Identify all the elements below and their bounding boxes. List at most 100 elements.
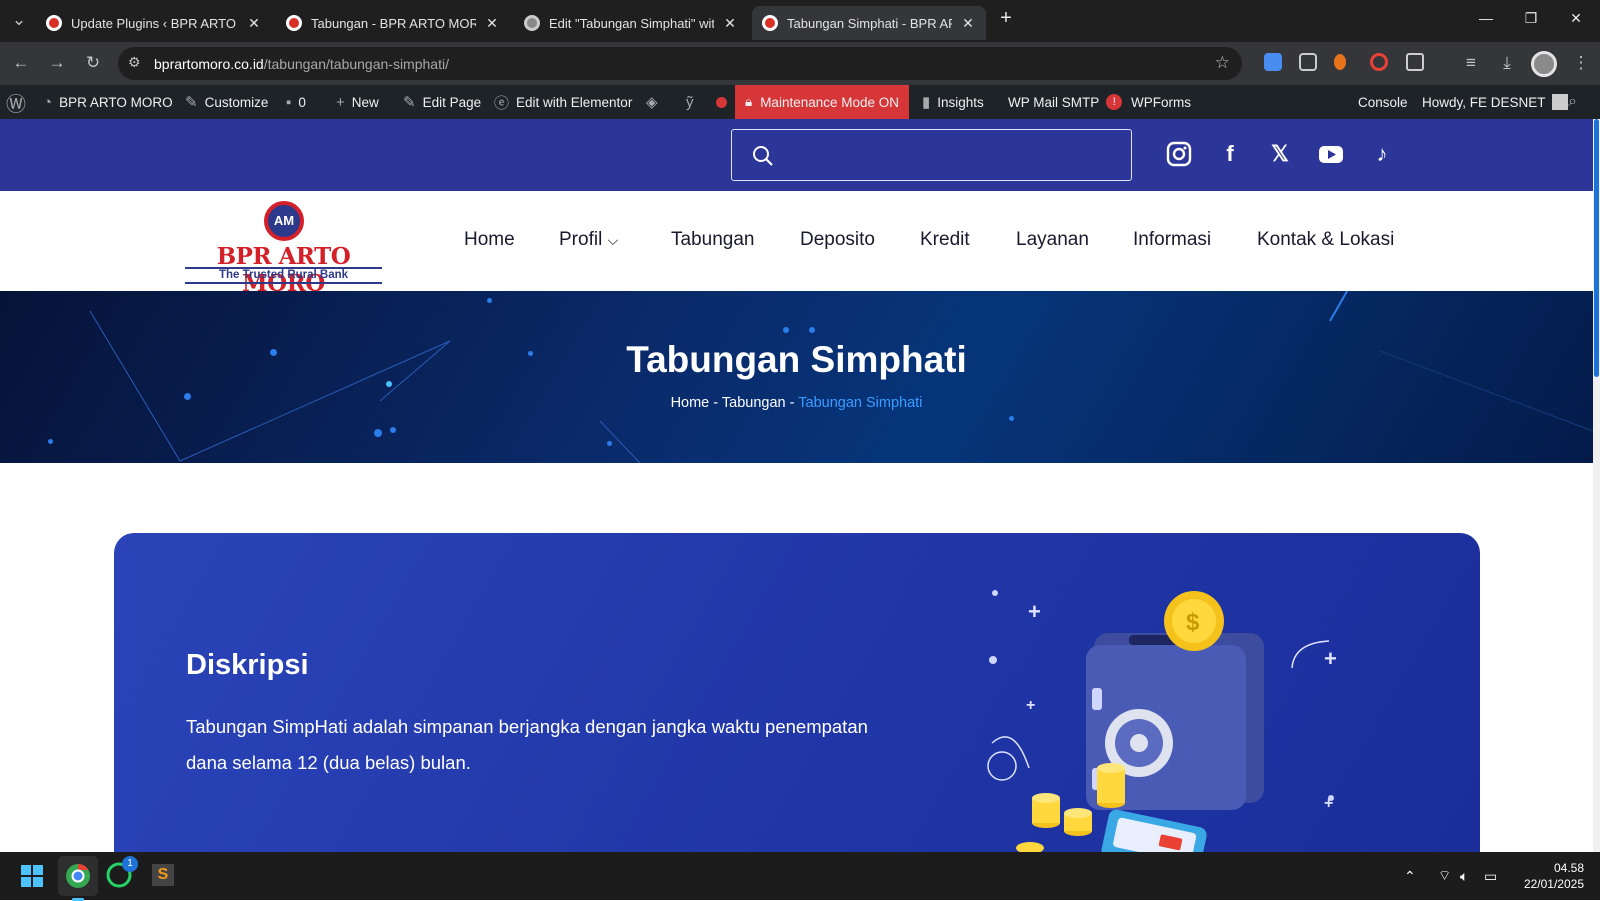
site-favicon-icon: [762, 15, 778, 31]
browser-tab-3[interactable]: Edit "Tabungan Simphati" with E ✕: [514, 6, 748, 40]
breadcrumb-home[interactable]: Home: [671, 395, 710, 411]
nav-kontak-lokasi[interactable]: Kontak & Lokasi: [1257, 229, 1394, 251]
wpforms-link[interactable]: WPForms: [1131, 85, 1191, 119]
nav-kredit[interactable]: Kredit: [920, 229, 970, 251]
top-strip: f 𝕏 ♪: [0, 119, 1593, 191]
edit-elementor-link[interactable]: ⓔ Edit with Elementor: [494, 85, 632, 119]
console-link[interactable]: Console: [1358, 85, 1408, 119]
description-card: Diskripsi Tabungan SimpHati adalah simpa…: [114, 533, 1480, 863]
site-search-input[interactable]: [731, 129, 1132, 181]
browser-tab-4[interactable]: Tabungan Simphati - BPR ARTO ✕: [752, 6, 986, 40]
tab-title: Update Plugins ‹ BPR ARTO MO: [71, 15, 238, 31]
site-favicon-icon: [46, 15, 62, 31]
page-hero: Tabungan Simphati Home - Tabungan - Tabu…: [0, 291, 1593, 463]
extension-color-icon[interactable]: [1370, 53, 1388, 71]
section-heading: Diskripsi: [186, 649, 309, 681]
youtube-icon[interactable]: [1318, 141, 1344, 167]
download-icon[interactable]: ⤓: [1496, 53, 1518, 73]
nav-profil-label: Profil: [559, 229, 603, 250]
extension-window-icon[interactable]: [1299, 53, 1317, 71]
elementor-icon: ⓔ: [494, 94, 510, 112]
site-name-label: BPR ARTO MORO: [59, 94, 173, 110]
browser-tab-bar: ⌄ Update Plugins ‹ BPR ARTO MO ✕ Tabunga…: [0, 0, 1600, 42]
account-menu[interactable]: Howdy, FE DESNET: [1422, 85, 1568, 119]
extension-fire-icon[interactable]: [1334, 54, 1346, 70]
edit-page-link[interactable]: ✎ Edit Page: [403, 85, 481, 119]
comments-link[interactable]: ▪ 0: [286, 85, 306, 119]
breadcrumb: Home - Tabungan - Tabungan Simphati: [0, 395, 1593, 411]
url-bar[interactable]: ⚙ bprartomoro.co.id/tabungan/tabungan-si…: [118, 47, 1242, 80]
nav-home[interactable]: Home: [464, 229, 515, 251]
wp-admin-bar: Ⓦ ◔ BPR ARTO MORO ✎ Customize ▪ 0 + New ✎ Edi…: [0, 85, 1600, 119]
maintenance-mode-badge[interactable]: 🔒︎ Maintenance Mode ON: [735, 85, 910, 119]
comment-icon: ▪: [286, 93, 292, 111]
profile-avatar[interactable]: [1531, 51, 1557, 77]
brush-icon: ✎: [185, 94, 198, 111]
pencil-icon: ✎: [403, 94, 416, 111]
media-controls-icon[interactable]: ≡: [1460, 53, 1482, 73]
nav-layanan[interactable]: Layanan: [1016, 229, 1089, 251]
extension-docs-icon[interactable]: [1264, 53, 1282, 71]
whatsapp-taskbar-button[interactable]: 1: [106, 856, 138, 893]
wp-mail-smtp-link[interactable]: WP Mail SMTP!: [1008, 85, 1123, 119]
chevron-down-icon: ⌵: [607, 232, 619, 248]
windows-start-icon[interactable]: [21, 865, 43, 887]
yoast-icon[interactable]: ỹ: [686, 85, 701, 119]
address-toolbar: ← → ↻ ⚙ bprartomoro.co.id/tabungan/tabun…: [0, 42, 1600, 85]
x-twitter-icon[interactable]: 𝕏: [1267, 141, 1293, 167]
scrollbar-thumb[interactable]: [1594, 119, 1599, 377]
nav-profil[interactable]: Profil ⌵: [559, 229, 618, 251]
close-tab-icon[interactable]: ✕: [484, 15, 500, 32]
seo-status-dot: [716, 85, 727, 119]
smtp-alert-badge: !: [1106, 94, 1123, 110]
tab-title: Tabungan Simphati - BPR ARTO: [787, 15, 952, 31]
tiktok-icon[interactable]: ♪: [1369, 141, 1395, 167]
insights-link[interactable]: ▮ Insights: [922, 85, 984, 119]
wordpress-logo-icon[interactable]: Ⓦ: [6, 85, 26, 119]
browser-tab-1[interactable]: Update Plugins ‹ BPR ARTO MO ✕: [36, 6, 272, 40]
clock[interactable]: 04.58 22/01/2025: [1508, 860, 1584, 892]
wifi-icon[interactable]: ⌔: [1438, 852, 1451, 900]
nav-deposito[interactable]: Deposito: [800, 229, 875, 251]
close-tab-icon[interactable]: ✕: [246, 15, 262, 32]
browser-tab-2[interactable]: Tabungan - BPR ARTO MORO ✕: [276, 6, 510, 40]
nav-tabungan[interactable]: Tabungan: [671, 229, 754, 251]
minimize-icon[interactable]: —: [1476, 10, 1496, 26]
extensions-puzzle-icon[interactable]: [1406, 53, 1424, 71]
new-content-link[interactable]: + New: [336, 85, 379, 119]
edit-page-label: Edit Page: [422, 94, 482, 110]
close-window-icon[interactable]: ✕: [1566, 10, 1586, 27]
edit-elementor-label: Edit with Elementor: [516, 94, 633, 110]
site-info-icon[interactable]: ⚙: [128, 54, 141, 71]
sublime-text-icon[interactable]: S: [152, 864, 174, 886]
show-hidden-icons[interactable]: ⌃: [1404, 852, 1416, 900]
admin-search-icon[interactable]: ⌕: [1568, 85, 1577, 119]
site-favicon-icon: [286, 15, 302, 31]
wpforms-label: WPForms: [1131, 94, 1191, 110]
url-domain: bprartomoro.co.id: [154, 55, 264, 72]
tab-search-icon[interactable]: ⌄: [8, 10, 30, 30]
site-name-link[interactable]: ◔ BPR ARTO MORO: [43, 85, 173, 119]
bookmark-star-icon[interactable]: ☆: [1215, 53, 1230, 73]
customize-link[interactable]: ✎ Customize: [185, 85, 268, 119]
battery-icon[interactable]: ▭: [1484, 852, 1497, 900]
logo-mark-icon[interactable]: AM: [264, 201, 304, 241]
reload-icon[interactable]: ↻: [82, 53, 104, 73]
restore-icon[interactable]: ❐: [1521, 10, 1541, 27]
facebook-icon[interactable]: f: [1217, 141, 1243, 167]
close-tab-icon[interactable]: ✕: [722, 15, 738, 32]
nav-informasi[interactable]: Informasi: [1133, 229, 1211, 251]
new-tab-icon[interactable]: +: [996, 7, 1016, 30]
diamond-menu-icon[interactable]: ◈: [646, 85, 665, 119]
chrome-taskbar-button[interactable]: [58, 856, 98, 901]
close-tab-icon[interactable]: ✕: [960, 15, 976, 32]
instagram-icon[interactable]: [1166, 141, 1192, 167]
chrome-menu-icon[interactable]: ⋮: [1570, 53, 1592, 73]
breadcrumb-tabungan[interactable]: Tabungan: [722, 395, 786, 411]
back-icon[interactable]: ←: [10, 53, 32, 73]
forward-icon[interactable]: →: [46, 53, 68, 73]
volume-icon[interactable]: 🔈︎: [1460, 852, 1468, 900]
tab-title: Edit "Tabungan Simphati" with E: [549, 15, 714, 31]
safe-box-illustration: $: [987, 590, 1334, 863]
whatsapp-badge: 1: [122, 856, 138, 872]
